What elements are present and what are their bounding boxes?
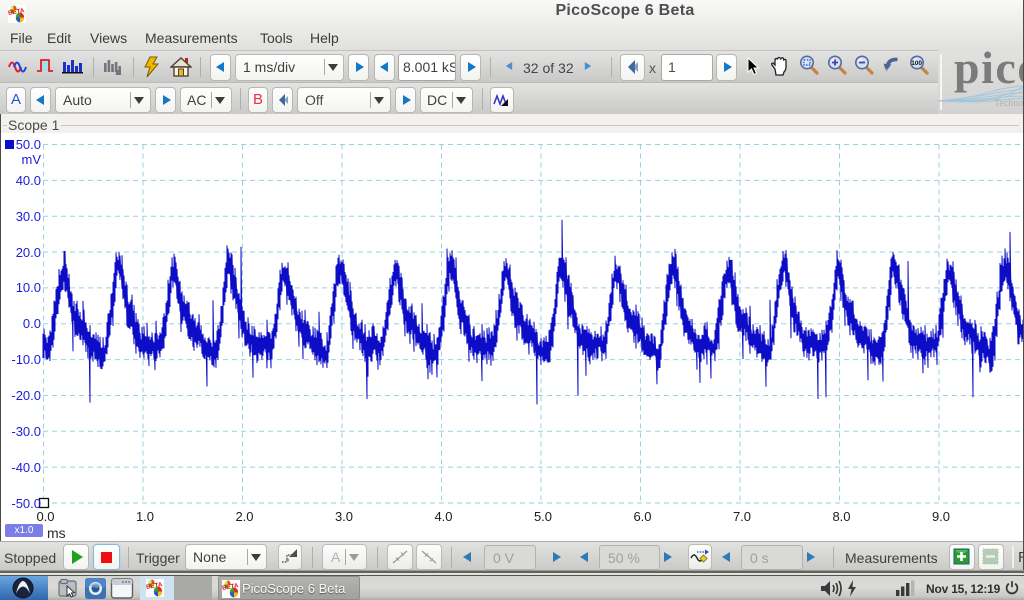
svg-text:100: 100 <box>911 60 922 67</box>
